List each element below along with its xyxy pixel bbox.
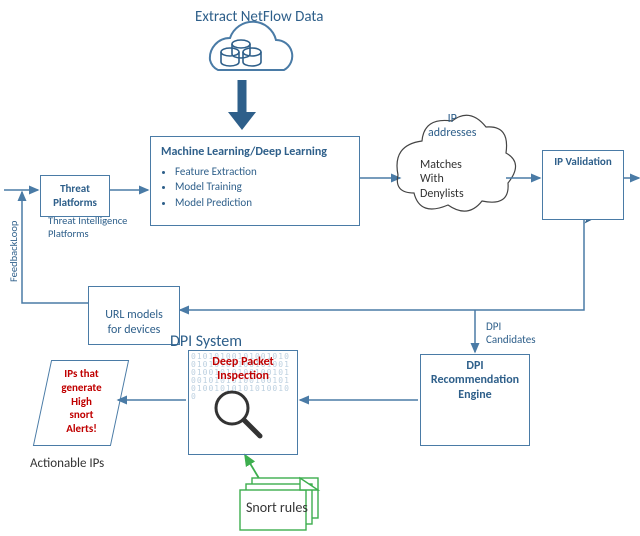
box-threat-platforms: Threat Platforms [40, 175, 110, 217]
ml-bullet-list: Feature Extraction Model Training Model … [175, 164, 349, 210]
ml-bullet-2: Model Training [175, 179, 349, 194]
label-actionable-ips: Actionable IPs [30, 456, 104, 472]
cloud-netflow-icon [210, 22, 292, 70]
text-threat-platforms: Threat Platforms [53, 182, 97, 209]
label-dpi-candidates: DPI Candidates [486, 320, 536, 346]
box-ip-validation: IP Validation [542, 150, 624, 220]
box-dpi-inspection: 0101010010100101001010100100101001010010… [188, 350, 298, 455]
label-snort-rules: Snort rules [246, 500, 308, 517]
ml-bullet-3: Model Prediction [175, 195, 349, 210]
text-dpi-engine: DPI Recommendation Engine [429, 359, 521, 402]
box-url-models: URL models for devices [88, 286, 180, 345]
label-feedback-loop: FeedbackLoop [8, 221, 21, 282]
text-denylist-cloud: Matches With Denylists [420, 158, 464, 201]
text-dpi-inspection: Deep Packet Inspection [189, 355, 297, 383]
box-ml-dl: Machine Learning/Deep Learning Feature E… [150, 136, 360, 226]
label-tip: Threat Intelligence Platforms [48, 215, 127, 240]
ml-bullet-1: Feature Extraction [175, 164, 349, 179]
text-url-models: URL models for devices [105, 308, 163, 337]
text-ip-validation: IP Validation [551, 155, 615, 169]
label-ip-addresses: IP addresses [428, 112, 476, 141]
title-extract-netflow: Extract NetFlow Data [195, 8, 323, 26]
ml-title: Machine Learning/Deep Learning [161, 145, 349, 160]
box-alerts: IPs that generate High snort Alerts! [33, 360, 129, 446]
box-dpi-engine: DPI Recommendation Engine [420, 354, 530, 446]
label-dpi-system: DPI System [170, 332, 242, 351]
text-alerts: IPs that generate High snort Alerts! [61, 367, 101, 436]
